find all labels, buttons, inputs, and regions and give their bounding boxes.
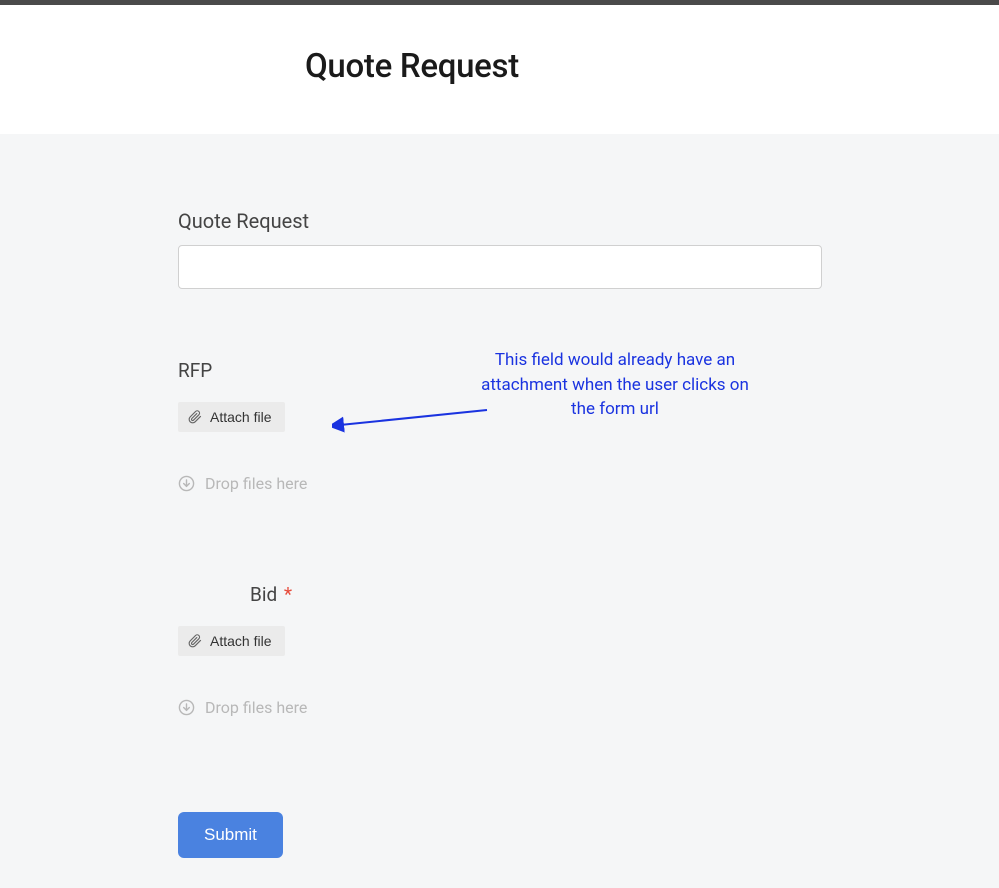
- page-title: Quote Request: [305, 47, 999, 86]
- bid-attach-label: Attach file: [210, 633, 271, 649]
- quote-request-label: Quote Request: [178, 209, 821, 233]
- rfp-attach-button[interactable]: Attach file: [178, 402, 285, 432]
- rfp-attach-label: Attach file: [210, 409, 271, 425]
- form-area: Quote Request RFP Attach file Drop files…: [0, 134, 999, 888]
- download-circle-icon: [178, 475, 195, 492]
- paperclip-icon: [188, 410, 202, 424]
- paperclip-icon: [188, 634, 202, 648]
- bid-label-text: Bid: [250, 583, 277, 606]
- page-header: Quote Request: [0, 5, 999, 134]
- bid-attach-button[interactable]: Attach file: [178, 626, 285, 656]
- bid-drop-zone[interactable]: Drop files here: [178, 698, 821, 717]
- quote-request-input[interactable]: [178, 245, 822, 289]
- annotation-callout: This field would already have an attachm…: [475, 348, 755, 422]
- submit-button[interactable]: Submit: [178, 812, 283, 858]
- bid-label: Bid *: [178, 583, 821, 606]
- rfp-drop-label: Drop files here: [205, 474, 307, 493]
- bid-drop-label: Drop files here: [205, 698, 307, 717]
- download-circle-icon: [178, 699, 195, 716]
- required-indicator: *: [284, 583, 292, 606]
- bid-field: Bid * Attach file Drop files here: [178, 583, 821, 717]
- rfp-drop-zone[interactable]: Drop files here: [178, 474, 821, 493]
